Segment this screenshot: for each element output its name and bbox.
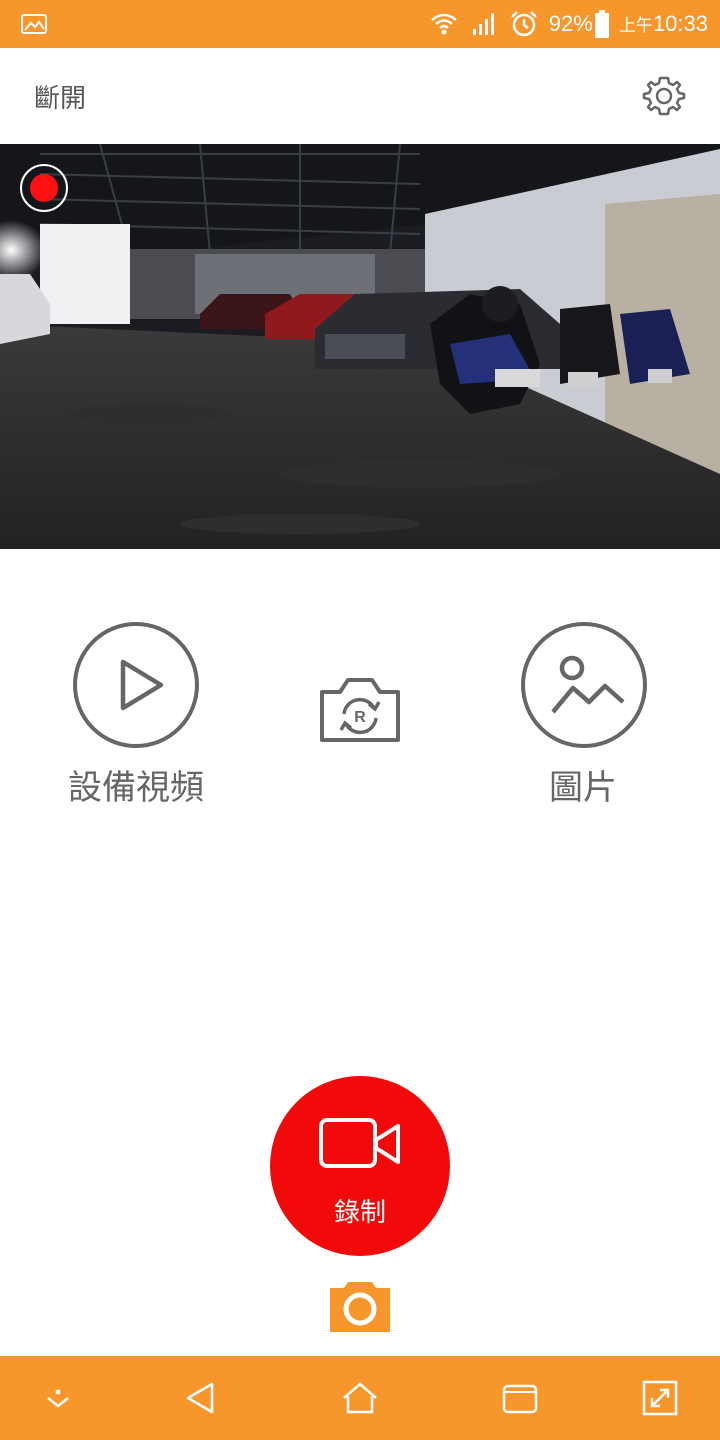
status-bar: 92% 上午 10:33 (0, 0, 720, 48)
device-video-button[interactable] (73, 622, 199, 748)
battery-percent: 92% (548, 11, 593, 36)
play-icon (120, 659, 164, 711)
record-indicator-dot (30, 174, 58, 202)
alarm-icon (510, 11, 537, 37)
image-icon (21, 14, 47, 34)
back-icon[interactable] (180, 1378, 220, 1418)
action-panel: 設備視頻 R 圖片 (0, 560, 720, 860)
signal-icon (472, 13, 494, 35)
video-camera-icon (319, 1118, 400, 1168)
parking-garage-scene (0, 144, 720, 549)
hide-bar-icon[interactable] (38, 1378, 78, 1418)
recents-icon[interactable] (500, 1378, 540, 1418)
camera-preview (0, 144, 720, 549)
svg-text:R: R (354, 709, 366, 726)
picture-icon (551, 655, 625, 714)
gear-icon[interactable] (640, 72, 688, 120)
disconnect-button[interactable]: 斷開 (34, 78, 86, 115)
record-label: 錄制 (333, 1198, 386, 1228)
home-icon[interactable] (340, 1378, 380, 1418)
navigation-bar (0, 1356, 720, 1440)
expand-icon[interactable] (640, 1378, 680, 1418)
record-indicator-icon (20, 164, 68, 212)
camera-flip-icon[interactable]: R (318, 674, 402, 744)
picture-button[interactable] (521, 622, 647, 748)
clock-time: 10:33 (652, 11, 708, 36)
device-video-label: 設備視頻 (68, 768, 204, 808)
picture-label: 圖片 (549, 768, 617, 808)
battery-icon (594, 10, 609, 38)
clock-ampm: 上午 (618, 16, 653, 35)
app-header: 斷開 (0, 48, 720, 144)
camera-icon[interactable] (330, 1280, 390, 1332)
record-button[interactable]: 錄制 (270, 1076, 450, 1256)
wifi-icon (430, 13, 457, 35)
